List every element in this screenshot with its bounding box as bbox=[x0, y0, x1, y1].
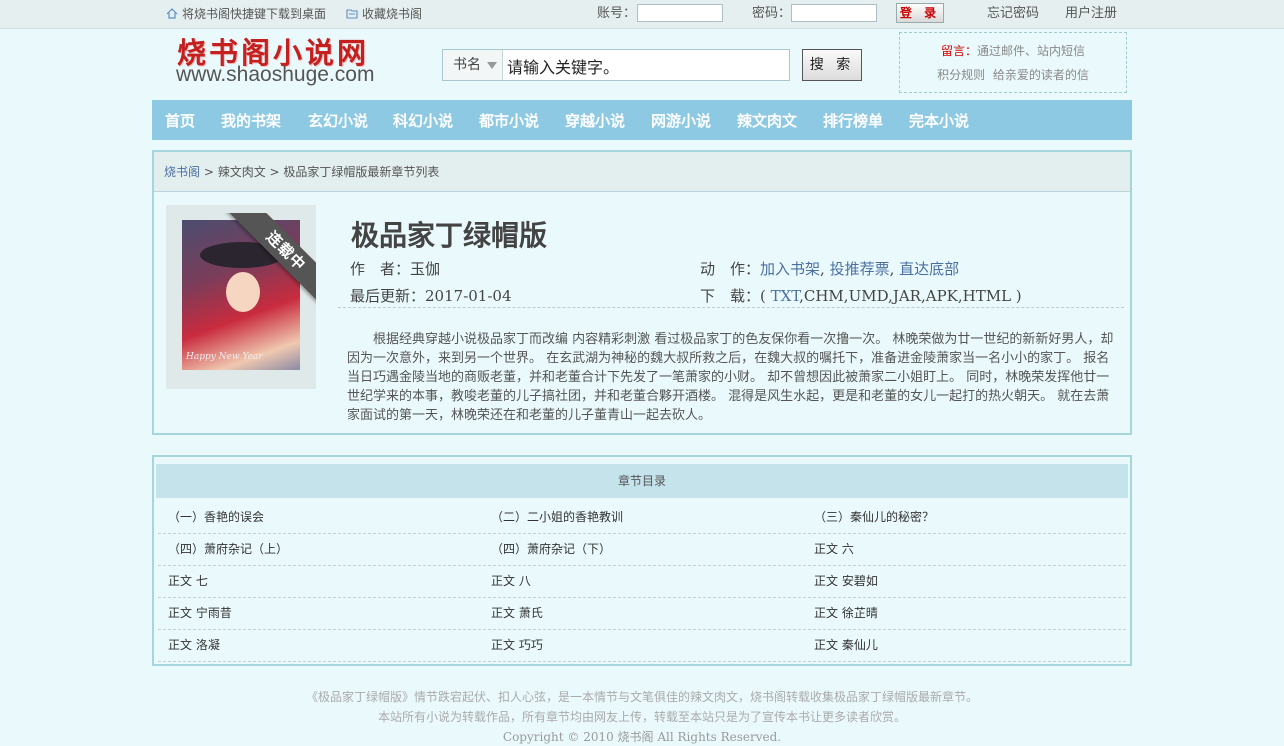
nav-item-adult[interactable]: 辣文肉文 bbox=[737, 100, 797, 140]
search-type-select[interactable]: 书名 bbox=[443, 50, 503, 80]
chapter-link[interactable]: 正文 宁雨昔 bbox=[168, 597, 232, 629]
breadcrumb: 烧书阁 > 辣文肉文 > 极品家丁绿帽版最新章节列表 bbox=[154, 152, 1130, 192]
chapter-link[interactable]: （三）秦仙儿的秘密？ bbox=[814, 501, 934, 533]
nav-item-scifi[interactable]: 科幻小说 bbox=[393, 100, 453, 140]
author-name: 玉伽 bbox=[410, 260, 441, 278]
search-input[interactable] bbox=[505, 52, 789, 80]
go-bottom-link[interactable]: 直达底部 bbox=[899, 260, 959, 278]
search-type-label: 书名 bbox=[453, 57, 481, 73]
main-nav: 首页 我的书架 玄幻小说 科幻小说 都市小说 穿越小说 网游小说 辣文肉文 排行… bbox=[152, 100, 1132, 140]
table-row: （四）萧府杂记（上） （四）萧府杂记（下） 正文 六 bbox=[158, 533, 1126, 566]
nav-item-bookshelf[interactable]: 我的书架 bbox=[221, 100, 281, 140]
breadcrumb-separator: > bbox=[200, 165, 218, 179]
password-input[interactable] bbox=[791, 4, 877, 22]
download-label: 下 载：( bbox=[700, 287, 771, 305]
cover-caption: Happy New Year bbox=[186, 352, 263, 362]
chapter-link[interactable]: 正文 萧氏 bbox=[491, 597, 543, 629]
download-line: 下 载：( TXT,CHM,UMD,JAR,APK,HTML ) bbox=[700, 285, 1022, 306]
search-box: 书名 bbox=[442, 49, 790, 81]
divider bbox=[338, 307, 1124, 308]
login-button[interactable]: 登 录 bbox=[896, 3, 944, 23]
download-txt-link[interactable]: TXT bbox=[771, 287, 799, 305]
breadcrumb-separator: > bbox=[265, 165, 284, 179]
updated-date: 2017-01-04 bbox=[425, 287, 512, 305]
add-shortcut-label: 将烧书阁快捷键下载到桌面 bbox=[182, 7, 327, 21]
table-row: 正文 七 正文 八 正文 安碧如 bbox=[158, 565, 1126, 598]
add-favorite-label: 收藏烧书阁 bbox=[362, 7, 423, 21]
home-icon bbox=[166, 8, 178, 19]
footer-line-2: 本站所有小说为转载作品，所有章节均由网友上传，转载至本站只是为了宣传本书让更多读… bbox=[377, 710, 906, 724]
book-description: 根据经典穿越小说极品家丁而改编 内容精彩刺激 看过极品家丁的色友保你看一次撸一次… bbox=[347, 332, 1114, 423]
chapter-link[interactable]: （四）萧府杂记（下） bbox=[491, 533, 611, 565]
table-row: 正文 洛凝 正文 巧巧 正文 秦仙儿 bbox=[158, 629, 1126, 662]
add-to-shelf-link[interactable]: 加入书架 bbox=[760, 260, 820, 278]
comma: , bbox=[889, 260, 895, 278]
chapter-link[interactable]: （二）二小姐的香艳教训 bbox=[491, 501, 623, 533]
footer-copyright: Copyright © 2010 烧书阁 All Rights Reserved… bbox=[502, 730, 782, 744]
action-label: 动 作： bbox=[700, 260, 761, 278]
chapter-link[interactable]: （一）香艳的误会 bbox=[168, 501, 264, 533]
breadcrumb-current: 极品家丁绿帽版最新章节列表 bbox=[283, 165, 440, 179]
password-label: 密码： bbox=[752, 6, 792, 21]
add-shortcut-link[interactable]: 将烧书阁快捷键下载到桌面 bbox=[166, 0, 326, 28]
nav-item-timetravel[interactable]: 穿越小说 bbox=[565, 100, 625, 140]
add-favorite-link[interactable]: 收藏烧书阁 bbox=[346, 0, 422, 28]
vote-link[interactable]: 投推荐票 bbox=[830, 260, 890, 278]
forgot-password-link[interactable]: 忘记密码 bbox=[987, 0, 1039, 28]
nav-item-online-game[interactable]: 网游小说 bbox=[651, 100, 711, 140]
chapter-link[interactable]: 正文 巧巧 bbox=[491, 629, 543, 661]
chapter-link[interactable]: 正文 七 bbox=[168, 565, 208, 597]
chapter-link[interactable]: 正文 秦仙儿 bbox=[814, 629, 878, 661]
score-rules-link[interactable]: 积分规则 bbox=[937, 68, 985, 82]
nav-item-urban[interactable]: 都市小说 bbox=[479, 100, 539, 140]
chapter-link[interactable]: 正文 八 bbox=[491, 565, 531, 597]
top-bar: 将烧书阁快捷键下载到桌面 收藏烧书阁 账号： 密码： 登 录 忘记密码 用户注册 bbox=[0, 0, 1284, 29]
nav-item-home[interactable]: 首页 bbox=[165, 100, 195, 140]
status-ribbon-label: 连载中 bbox=[227, 213, 316, 305]
chapter-link[interactable]: 正文 洛凝 bbox=[168, 629, 220, 661]
message-link[interactable]: 留言： bbox=[941, 44, 977, 58]
rules-line: 积分规则 给亲爱的读者的信 bbox=[900, 66, 1126, 83]
book-info-panel: 烧书阁 > 辣文肉文 > 极品家丁绿帽版最新章节列表 Happy New Yea… bbox=[152, 150, 1132, 435]
folder-icon bbox=[346, 9, 358, 19]
message-text-link[interactable]: 通过邮件、站内短信 bbox=[977, 44, 1085, 58]
download-formats: ,CHM,UMD,JAR,APK,HTML ) bbox=[799, 287, 1022, 305]
updated-label: 最后更新： bbox=[350, 287, 426, 305]
table-row: （一）香艳的误会 （二）二小姐的香艳教训 （三）秦仙儿的秘密？ bbox=[158, 501, 1126, 534]
nav-item-completed[interactable]: 完本小说 bbox=[909, 100, 969, 140]
book-cover[interactable]: Happy New Year 连载中 bbox=[166, 205, 316, 389]
message-line: 留言：通过邮件、站内短信 bbox=[900, 42, 1126, 59]
chapter-list-panel: 章节目录 （一）香艳的误会 （二）二小姐的香艳教训 （三）秦仙儿的秘密？ （四）… bbox=[152, 455, 1132, 666]
book-title: 极品家丁绿帽版 bbox=[351, 219, 548, 252]
breadcrumb-category[interactable]: 辣文肉文 bbox=[218, 165, 266, 179]
status-ribbon: 连载中 bbox=[224, 213, 316, 305]
author-label: 作 者： bbox=[350, 260, 411, 278]
nav-item-ranking[interactable]: 排行榜单 bbox=[823, 100, 883, 140]
register-link[interactable]: 用户注册 bbox=[1065, 0, 1117, 28]
reader-letter-link[interactable]: 给亲爱的读者的信 bbox=[993, 68, 1089, 82]
comma: , bbox=[820, 260, 825, 278]
breadcrumb-home[interactable]: 烧书阁 bbox=[164, 165, 200, 179]
chapter-link[interactable]: （四）萧府杂记（上） bbox=[168, 533, 288, 565]
search-button[interactable]: 搜 索 bbox=[802, 49, 862, 81]
author-line: 作 者：玉伽 bbox=[350, 258, 440, 279]
chapter-link[interactable]: 正文 徐芷晴 bbox=[814, 597, 878, 629]
account-label: 账号： bbox=[597, 6, 637, 21]
action-line: 动 作：加入书架, 投推荐票, 直达底部 bbox=[700, 258, 959, 279]
updated-line: 最后更新：2017-01-04 bbox=[350, 285, 512, 306]
chapter-link[interactable]: 正文 安碧如 bbox=[814, 565, 878, 597]
site-url: www.shaoshuge.com bbox=[176, 63, 375, 86]
footer-line-1: 《极品家丁绿帽版》情节跌宕起伏、扣人心弦，是一本情节与文笔俱佳的辣文肉文，烧书阁… bbox=[305, 690, 978, 704]
dropdown-arrow-icon bbox=[487, 62, 497, 69]
nav-item-fantasy[interactable]: 玄幻小说 bbox=[308, 100, 368, 140]
chapter-list-heading: 章节目录 bbox=[156, 464, 1128, 498]
table-row: 正文 宁雨昔 正文 萧氏 正文 徐芷晴 bbox=[158, 597, 1126, 630]
chapter-link[interactable]: 正文 六 bbox=[814, 533, 854, 565]
message-box: 留言：通过邮件、站内短信 积分规则 给亲爱的读者的信 bbox=[899, 32, 1127, 93]
account-input[interactable] bbox=[637, 4, 723, 22]
